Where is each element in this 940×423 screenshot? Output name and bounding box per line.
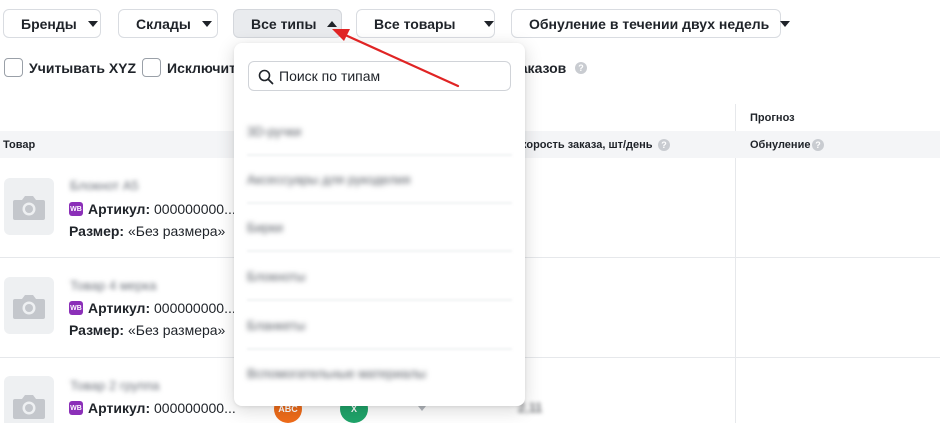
product-name: Товар 2 группа [70, 378, 160, 393]
products-label: Все товары [374, 15, 456, 32]
article-line: WB Артикул: 000000000... [69, 201, 236, 217]
type-option-label: Аксессуары для рукоделия [247, 172, 411, 187]
article-value: 000000000... [154, 300, 236, 316]
article-value: 000000000... [154, 400, 236, 416]
col-product: Товар [3, 139, 36, 151]
types-dropdown[interactable]: Все типы [233, 9, 342, 38]
type-option[interactable]: Аксессуары для рукоделия [234, 156, 525, 204]
help-icon[interactable]: ? [658, 139, 670, 151]
type-option-label: Вспомогательные материалы [247, 366, 426, 381]
chevron-down-icon[interactable] [418, 406, 426, 411]
search-placeholder: Поиск по типам [279, 68, 381, 84]
col-zeroing: Обнуление [750, 139, 811, 151]
col-order-speed: корость заказа, шт/день [521, 139, 653, 151]
option-divider [247, 250, 512, 252]
type-option[interactable]: Вспомогательные материалы [234, 350, 525, 398]
forecast-group-label: Прогноз [750, 112, 795, 124]
chevron-down-icon [87, 20, 98, 27]
size-line: Размер: «Без размера» [69, 322, 225, 338]
article-line: WB Артикул: 000000000... [69, 300, 236, 316]
warehouses-dropdown[interactable]: Склады [118, 9, 218, 38]
type-option[interactable]: Бланкеты [234, 302, 525, 350]
camera-icon [13, 294, 45, 319]
xyz-label: Учитывать XYZ [29, 60, 137, 76]
camera-icon [13, 394, 45, 419]
help-icon[interactable]: ? [575, 62, 587, 74]
types-dropdown-panel: Поиск по типам 3D-ручки Аксессуары для р… [234, 43, 525, 406]
type-option-label: 3D-ручки [247, 124, 302, 139]
types-label: Все типы [251, 15, 317, 32]
chevron-down-icon [483, 20, 494, 27]
zeroing-dropdown[interactable]: Обнуление в течении двух недель [511, 9, 791, 38]
wb-badge: WB [69, 401, 83, 415]
chevron-down-icon [201, 20, 212, 27]
chevron-up-icon [327, 20, 338, 27]
article-value: 000000000... [154, 201, 236, 217]
product-name: Товар 4 мерка [70, 278, 157, 293]
xyz-checkbox[interactable] [4, 58, 23, 77]
product-photo-placeholder [4, 277, 54, 334]
chevron-down-icon [780, 20, 791, 27]
type-option[interactable]: Бирки [234, 204, 525, 252]
wb-badge: WB [69, 202, 83, 216]
product-photo-placeholder [4, 376, 54, 423]
zeroing-label: Обнуление в течении двух недель [529, 15, 770, 32]
product-photo-placeholder [4, 178, 54, 235]
warehouses-label: Склады [136, 15, 191, 32]
article-line: WB Артикул: 000000000... [69, 400, 236, 416]
filter-bar: Бренды Склады Все типы Все товары Обнуле… [0, 9, 940, 39]
size-value: «Без размера» [127, 223, 226, 239]
products-dropdown[interactable]: Все товары [356, 9, 495, 38]
brands-dropdown[interactable]: Бренды [3, 9, 101, 38]
size-line: Размер: «Без размера» [69, 223, 225, 239]
article-label: Артикул: [88, 400, 151, 416]
option-divider [247, 299, 512, 301]
article-label: Артикул: [88, 201, 151, 217]
article-label: Артикул: [88, 300, 151, 316]
size-label: Размер: [69, 322, 125, 338]
help-icon[interactable]: ? [812, 139, 824, 151]
camera-icon [13, 195, 45, 220]
search-icon [258, 69, 274, 85]
type-option[interactable]: Блокноты [234, 253, 525, 301]
types-search-input[interactable]: Поиск по типам [248, 61, 511, 91]
type-option[interactable]: 3D-ручки [234, 108, 525, 156]
exclude-label: Исключить [167, 60, 245, 76]
size-value: «Без размера» [127, 322, 226, 338]
wb-badge: WB [69, 301, 83, 315]
size-label: Размер: [69, 223, 125, 239]
brands-label: Бренды [21, 15, 77, 32]
type-option-label: Бирки [247, 220, 283, 235]
type-option-label: Блокноты [247, 269, 306, 284]
exclude-checkbox[interactable] [142, 58, 161, 77]
type-option-label: Бланкеты [247, 318, 306, 333]
product-name: Блокнот А5 [70, 178, 139, 193]
